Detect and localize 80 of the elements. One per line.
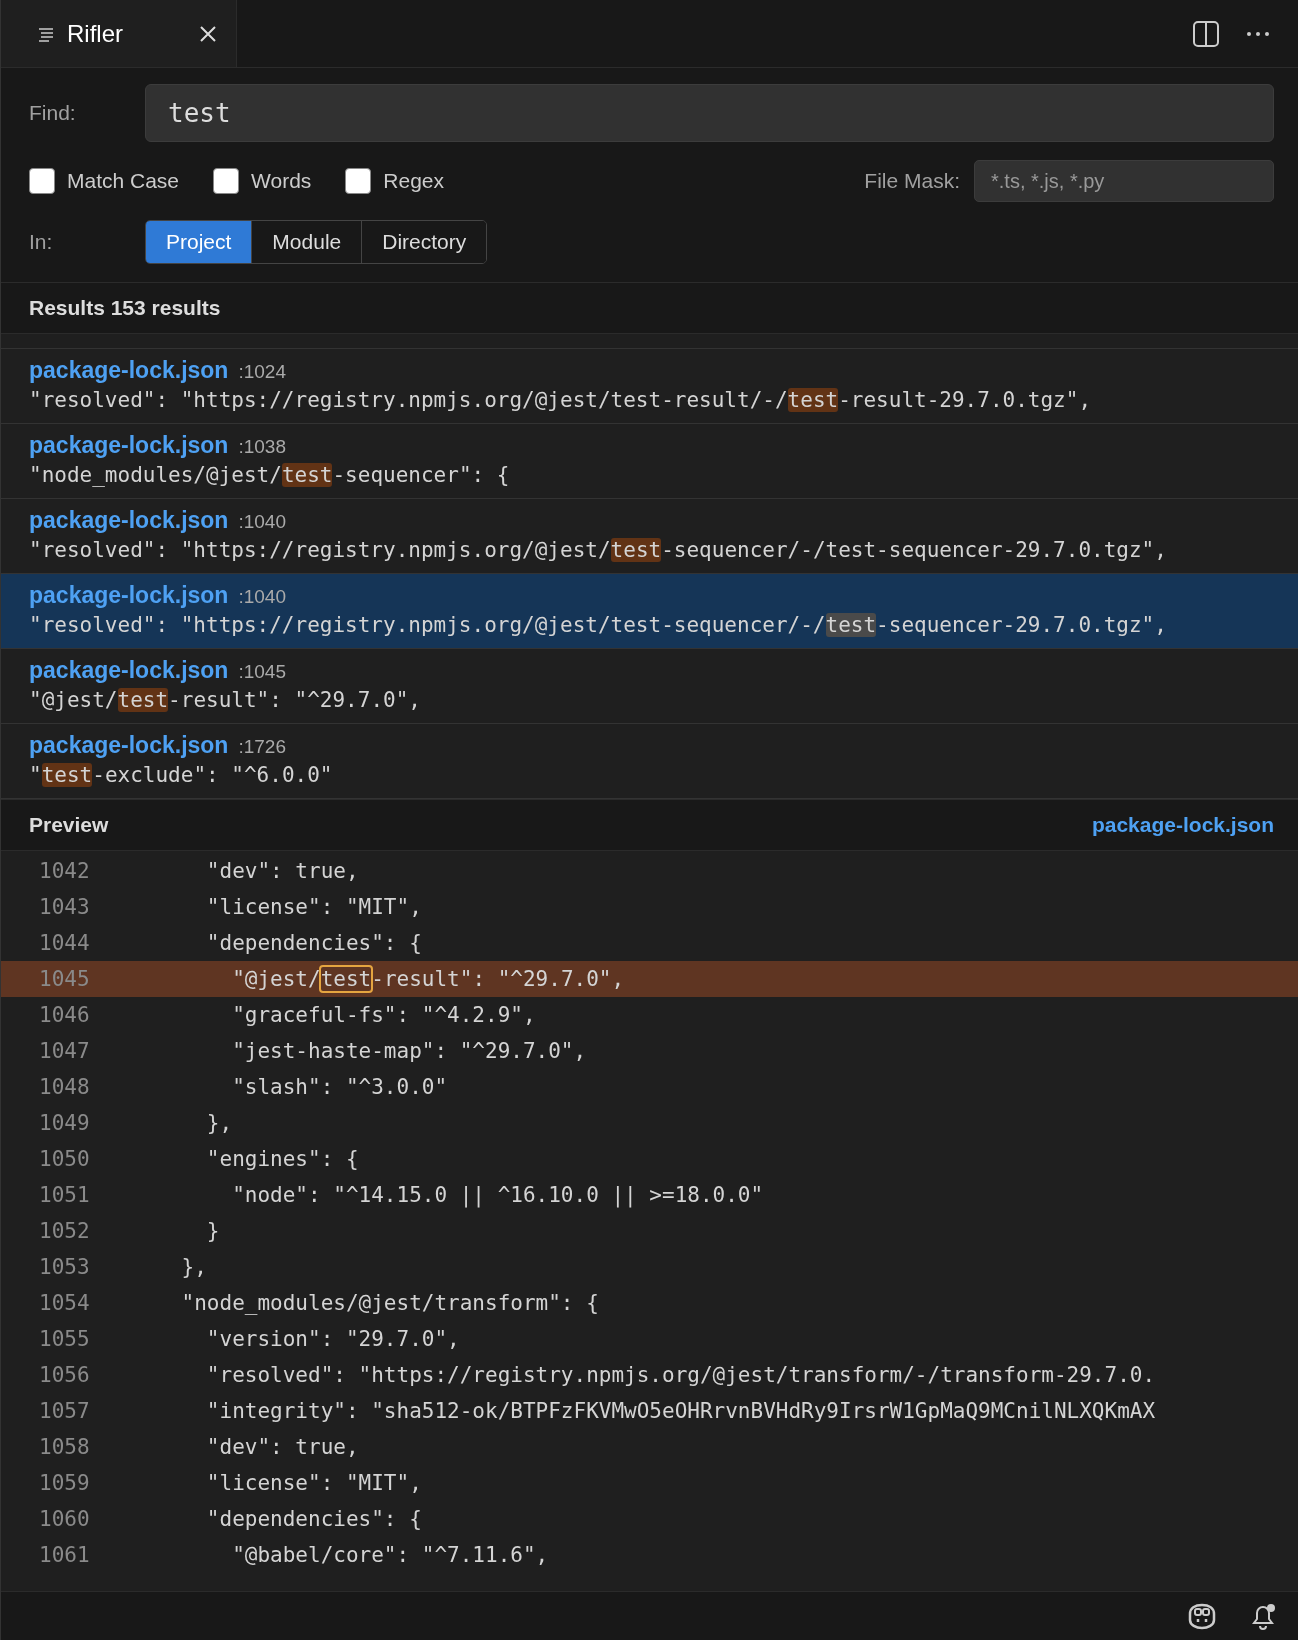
- code-line: "resolved": "https://registry.npmjs.org/@jest/transform/-/transform-29.7.0.: [205, 1363, 1156, 1387]
- result-file: package-lock.json: [29, 657, 229, 684]
- results-heading: Results 153 results: [29, 296, 221, 320]
- checkbox-option[interactable]: Words: [213, 168, 312, 194]
- code-line: "dev": true,: [205, 859, 359, 883]
- line-number: 1058: [38, 1435, 91, 1459]
- code-line: "integrity": "sha512-ok/BTPFzFKVMwO5eOHRrvnBVHdRy9IrsrW1GpMaQ9MCnilNLXQKmAX: [205, 1399, 1156, 1423]
- result-file: package-lock.json: [29, 582, 229, 609]
- result-file: package-lock.json: [29, 357, 229, 384]
- line-number: 1061: [38, 1543, 91, 1567]
- result-file: package-lock.json: [29, 507, 229, 534]
- editor-tab[interactable]: Rifler: [1, 0, 237, 67]
- line-number: 1059: [38, 1471, 91, 1495]
- code-line: "dev": true,: [205, 1435, 359, 1459]
- line-number: 1049: [38, 1111, 91, 1135]
- result-line-number: :1040: [238, 511, 286, 533]
- find-label: Find:: [29, 101, 77, 125]
- result-line-number: :1024: [238, 361, 286, 383]
- result-code: "test-exclude": "^6.0.0": [29, 763, 334, 787]
- line-number: 1042: [38, 859, 91, 883]
- result-line-number: :1040: [238, 586, 286, 608]
- result-code: "resolved": "https://registry.npmjs.org/@jest/test-sequencer/-/test-sequencer-29.7.0.tgz",: [29, 538, 1168, 562]
- result-item[interactable]: package-lock.json :1040 "resolved": "https://registry.npmjs.org/@jest/test-sequencer/-/test-sequencer-29.7.0.tgz",: [1, 574, 1298, 649]
- code-line: "dependencies": {: [205, 1507, 422, 1531]
- split-editor-icon[interactable]: [1192, 19, 1220, 48]
- checkbox-option[interactable]: Match Case: [29, 168, 180, 194]
- line-number: 1055: [38, 1327, 91, 1351]
- file-mask-label: File Mask:: [864, 169, 960, 193]
- more-icon[interactable]: [1246, 29, 1270, 38]
- find-field[interactable]: test: [145, 84, 1274, 142]
- result-line-number: :1045: [238, 661, 286, 683]
- code-line: "version": "29.7.0",: [205, 1327, 460, 1351]
- checkbox-option[interactable]: Regex: [345, 168, 445, 194]
- code-line: "node": "^14.15.0 || ^16.10.0 || >=18.0.0": [231, 1183, 764, 1207]
- result-item[interactable]: package-lock.json :1024 "resolved": "https://registry.npmjs.org/@jest/test-result/-/test-result-29.7.0.tgz",: [1, 349, 1298, 424]
- result-code: "resolved": "https://registry.npmjs.org/@jest/test-result/-/test-result-29.7.0.tgz",: [29, 388, 1093, 412]
- result-file: package-lock.json: [29, 432, 229, 459]
- result-item[interactable]: package-lock.json :1038 "node_modules/@jest/test-sequencer": {: [1, 424, 1298, 499]
- code-line: "slash": "^3.0.0": [231, 1075, 448, 1099]
- code-line: }: [205, 1219, 220, 1243]
- line-number: 1060: [38, 1507, 91, 1531]
- code-line: "@babel/core": "^7.11.6",: [231, 1543, 549, 1567]
- close-icon[interactable]: [198, 23, 218, 44]
- line-number: 1046: [38, 1003, 91, 1027]
- line-number: 1043: [38, 895, 91, 919]
- code-line: "node_modules/@jest/transform": {: [180, 1291, 599, 1315]
- code-line: "jest-haste-map": "^29.7.0",: [231, 1039, 587, 1063]
- preview-file-link[interactable]: package-lock.json: [1091, 813, 1274, 837]
- line-number: 1051: [38, 1183, 91, 1207]
- result-item[interactable]: package-lock.json :1045 "@jest/test-result": "^29.7.0",: [1, 649, 1298, 724]
- code-line: "license": "MIT",: [205, 895, 422, 919]
- code-line: "@jest/test-result": "^29.7.0",: [231, 967, 625, 991]
- line-number: 1048: [38, 1075, 91, 1099]
- result-line-number: :1038: [238, 436, 286, 458]
- result-code: "@jest/test-result": "^29.7.0",: [29, 688, 422, 712]
- line-number: 1052: [38, 1219, 91, 1243]
- tab-title: Rifler: [67, 19, 124, 48]
- line-number: 1057: [38, 1399, 91, 1423]
- preview-heading: Preview: [29, 813, 109, 837]
- result-file: package-lock.json: [29, 732, 229, 759]
- code-line: },: [180, 1255, 207, 1279]
- code-line: "engines": {: [205, 1147, 359, 1171]
- line-number: 1056: [38, 1363, 91, 1387]
- result-code: "node_modules/@jest/test-sequencer": {: [29, 463, 511, 487]
- result-code: "resolved": "https://registry.npmjs.org/@jest/test-sequencer/-/test-sequencer-29.7.0.tgz",: [29, 613, 1168, 637]
- code-line: },: [205, 1111, 233, 1135]
- line-number: 1053: [38, 1255, 91, 1279]
- line-number: 1054: [38, 1291, 91, 1315]
- line-number: 1044: [38, 931, 91, 955]
- line-number: 1050: [38, 1147, 91, 1171]
- line-number: 1047: [38, 1039, 91, 1063]
- line-number: 1045: [38, 967, 91, 991]
- scope-label: In:: [29, 230, 54, 254]
- lines-icon: [37, 25, 55, 42]
- code-line: "dependencies": {: [205, 931, 422, 955]
- result-line-number: :1726: [238, 736, 286, 758]
- code-line: "graceful-fs": "^4.2.9",: [231, 1003, 536, 1027]
- code-line: "license": "MIT",: [205, 1471, 422, 1495]
- scope-tab[interactable]: Project: [146, 221, 253, 263]
- file-mask-field[interactable]: *.ts, *.js, *.py: [974, 160, 1274, 202]
